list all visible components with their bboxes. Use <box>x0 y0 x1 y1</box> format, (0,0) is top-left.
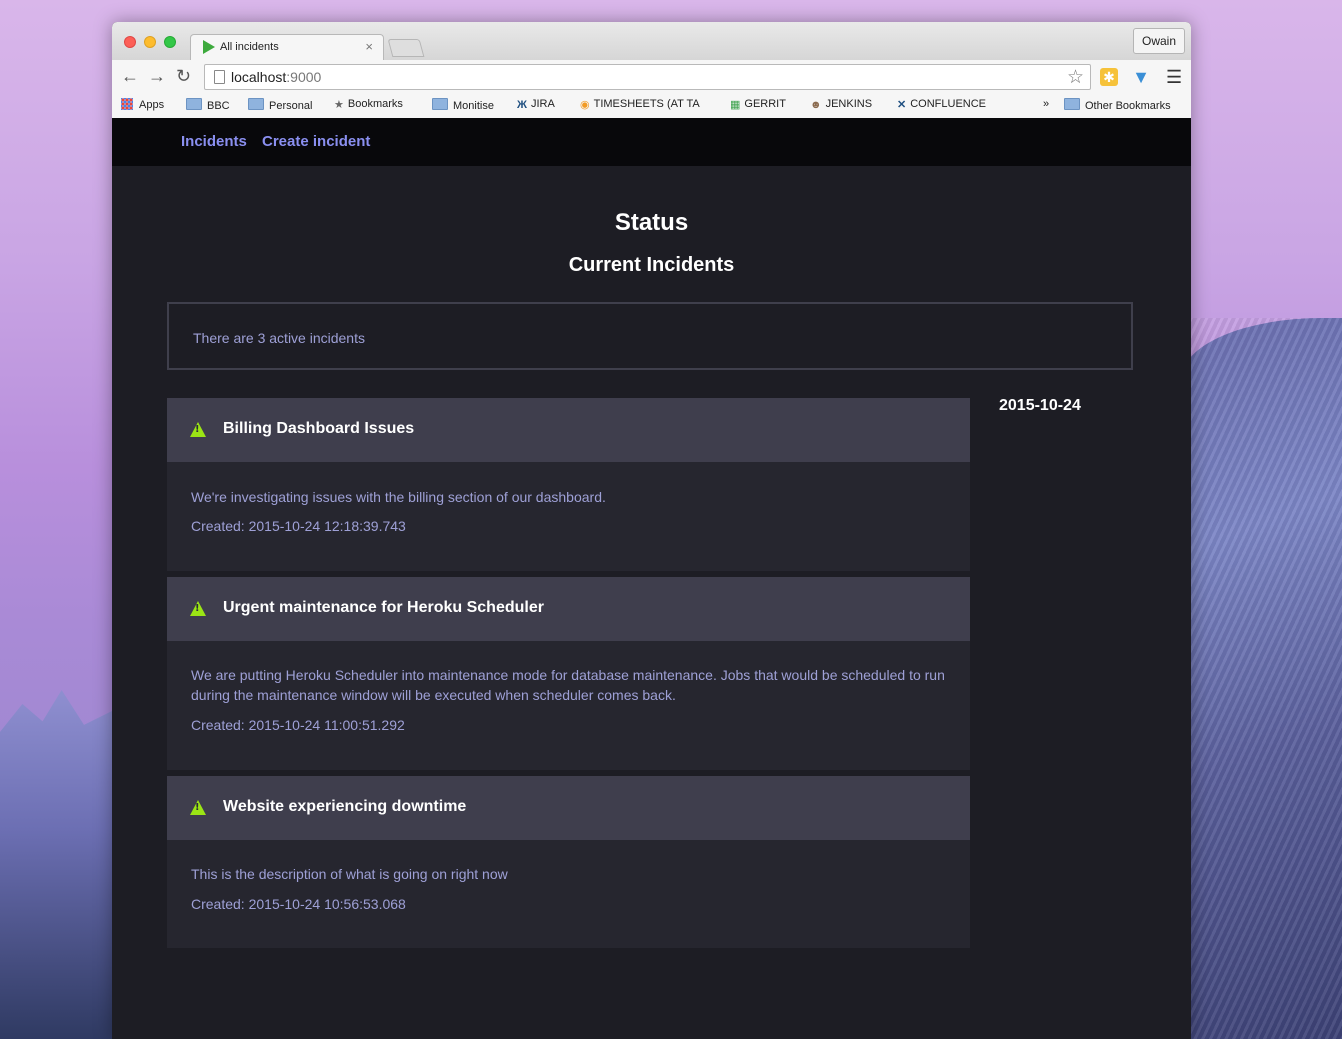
url-host: localhost <box>231 69 287 85</box>
new-tab-button[interactable] <box>387 39 425 57</box>
incident-card: Billing Dashboard Issues We're investiga… <box>167 398 970 571</box>
star-icon: ★ <box>334 99 344 111</box>
incident-description: We are putting Heroku Scheduler into mai… <box>191 667 945 703</box>
incident-created: Created: 2015-10-24 12:18:39.743 <box>191 518 406 534</box>
reload-icon[interactable]: ↻ <box>176 67 191 85</box>
nav-create-incident-link[interactable]: Create incident <box>262 133 370 150</box>
gerrit-icon: ▦ <box>730 99 741 111</box>
incident-header[interactable]: Billing Dashboard Issues <box>167 398 970 462</box>
folder-icon <box>186 98 202 110</box>
bookmark-confluence[interactable]: ✕ CONFLUENCE <box>897 98 986 111</box>
bookmark-label: CONFLUENCE <box>910 98 987 110</box>
bookmark-label: Other Bookmarks <box>1085 100 1171 112</box>
bookmark-label: Bookmarks <box>347 98 403 110</box>
page-content: Incidents Create incident Status Current… <box>112 118 1191 1039</box>
forward-arrow-icon[interactable]: → <box>148 67 166 85</box>
incident-title: Urgent maintenance for Heroku Scheduler <box>223 599 544 616</box>
bookmark-label: GERRIT <box>744 98 786 110</box>
page-icon <box>214 70 225 84</box>
minimize-window-button[interactable] <box>144 36 156 48</box>
desktop-mountain-left <box>0 690 112 1039</box>
profile-button[interactable]: Owain <box>1132 28 1185 54</box>
bookmark-label: Apps <box>139 99 165 111</box>
tab-bar: All incidents × Owain <box>112 22 1191 61</box>
jenkins-icon: ☻ <box>810 99 822 111</box>
summary-text: There are 3 active incidents <box>193 330 365 346</box>
incident-title: Billing Dashboard Issues <box>223 420 415 437</box>
back-arrow-icon[interactable]: ← <box>121 67 139 85</box>
incident-header[interactable]: Website experiencing downtime <box>167 776 970 840</box>
tab-all-incidents[interactable]: All incidents × <box>190 34 384 61</box>
incident-created: Created: 2015-10-24 10:56:53.068 <box>191 896 406 912</box>
url-text[interactable]: localhost:9000 <box>231 69 321 85</box>
address-bar[interactable]: localhost:9000 ☆ <box>204 64 1091 90</box>
status-heading: Status <box>614 209 689 236</box>
folder-icon <box>1064 98 1080 110</box>
menu-hamburger-icon[interactable]: ☰ <box>1166 67 1182 88</box>
bookmark-label: Monitise <box>453 100 494 112</box>
incident-title: Website experiencing downtime <box>223 798 467 815</box>
warning-icon <box>190 800 206 815</box>
active-incidents-summary: There are 3 active incidents <box>167 302 1133 370</box>
bookmark-jira[interactable]: Ж JIRA <box>517 98 555 111</box>
date-heading: 2015-10-24 <box>999 397 1081 414</box>
confluence-icon: ✕ <box>897 99 907 111</box>
current-incidents-heading: Current Incidents <box>568 254 735 276</box>
play-favicon-icon <box>203 40 215 54</box>
incident-card: Website experiencing downtime This is th… <box>167 776 970 948</box>
browser-window: All incidents × Owain ← → ↻ localhost:90… <box>112 22 1191 1039</box>
bookmark-label: Personal <box>269 100 313 112</box>
bookmark-label: TIMESHEETS (AT TA <box>593 98 700 110</box>
warning-icon <box>190 422 206 437</box>
bookmark-timesheets[interactable]: ◉ TIMESHEETS (AT TA <box>580 98 700 111</box>
timesheets-icon: ◉ <box>580 99 590 111</box>
bookmark-jenkins[interactable]: ☻ JENKINS <box>810 98 872 111</box>
extension-puzzle-icon[interactable]: ✱ <box>1100 68 1118 86</box>
browser-toolbar: ← → ↻ localhost:9000 ☆ ✱ ▼ ☰ <box>112 60 1191 94</box>
bookmark-personal[interactable]: Personal <box>248 98 312 112</box>
bookmark-apps[interactable]: Apps <box>121 98 164 111</box>
incident-description: We're investigating issues with the bill… <box>191 489 606 505</box>
bookmark-label: BBC <box>207 100 230 112</box>
close-window-button[interactable] <box>124 36 136 48</box>
url-port: :9000 <box>286 69 322 85</box>
tab-title: All incidents <box>220 41 279 53</box>
bookmark-star-icon[interactable]: ☆ <box>1067 66 1084 89</box>
bookmark-monitise[interactable]: Monitise <box>432 98 494 112</box>
more-bookmarks-chevron[interactable]: » <box>1043 98 1049 110</box>
incident-header[interactable]: Urgent maintenance for Heroku Scheduler <box>167 577 970 641</box>
bookmark-other[interactable]: Other Bookmarks <box>1064 98 1171 112</box>
bookmark-gerrit[interactable]: ▦ GERRIT <box>730 98 786 111</box>
apps-grid-icon <box>121 98 133 110</box>
warning-icon <box>190 601 206 616</box>
bookmark-bbc[interactable]: BBC <box>186 98 230 112</box>
zoom-window-button[interactable] <box>164 36 176 48</box>
bookmarks-bar: Apps BBC Personal ★ Bookmarks Monitise ЖJ… <box>112 94 1191 119</box>
shield-extension-icon[interactable]: ▼ <box>1132 67 1150 87</box>
bookmark-bookmarks[interactable]: ★ Bookmarks <box>334 98 403 111</box>
incident-card: Urgent maintenance for Heroku Scheduler … <box>167 577 970 770</box>
folder-icon <box>248 98 264 110</box>
desktop-mountain-right <box>1182 318 1342 1039</box>
tab-close-icon[interactable]: × <box>365 39 373 54</box>
top-navbar: Incidents Create incident <box>112 118 1191 166</box>
incident-created: Created: 2015-10-24 11:00:51.292 <box>191 717 405 733</box>
nav-incidents-link[interactable]: Incidents <box>181 133 247 150</box>
jira-icon: Ж <box>517 99 527 111</box>
incident-description: This is the description of what is going… <box>191 866 508 882</box>
bookmark-label: JIRA <box>530 98 555 110</box>
folder-icon <box>432 98 448 110</box>
bookmark-label: JENKINS <box>825 98 873 110</box>
